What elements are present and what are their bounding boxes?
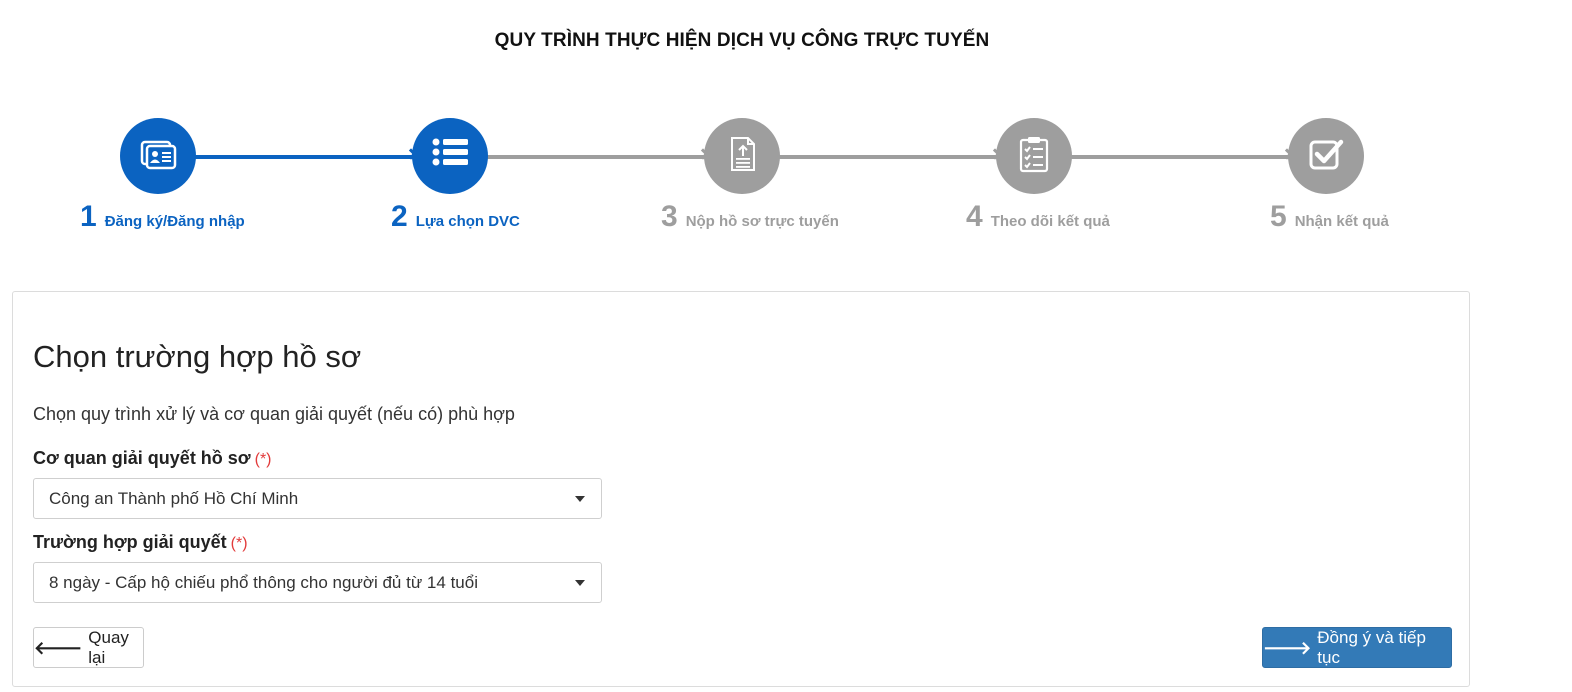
step-2-circle[interactable] xyxy=(412,118,488,194)
caret-down-icon xyxy=(575,580,585,586)
required-mark: (*) xyxy=(230,535,248,552)
step-4-circle[interactable] xyxy=(996,118,1072,194)
step-connector-3-4 xyxy=(779,148,1001,160)
step-2-label[interactable]: 2 Lựa chọn DVC xyxy=(391,200,520,234)
case-label: Trường hợp giải quyết (*) xyxy=(33,532,248,552)
agency-select[interactable]: Công an Thành phố Hồ Chí Minh xyxy=(33,478,602,519)
step-connector-1-2 xyxy=(195,148,417,160)
required-mark: (*) xyxy=(254,451,272,468)
agency-select-value: Công an Thành phố Hồ Chí Minh xyxy=(49,488,299,508)
case-select-value: 8 ngày - Cấp hộ chiếu phổ thông cho ngườ… xyxy=(49,572,478,592)
arrow-right-icon: 🡒 xyxy=(1263,637,1312,658)
agree-continue-button[interactable]: 🡒 Đồng ý và tiếp tục xyxy=(1262,627,1452,668)
id-card-icon xyxy=(138,134,178,179)
back-button[interactable]: 🡐 Quay lại xyxy=(33,627,144,668)
case-selection-panel: Chọn trường hợp hồ sơ Chọn quy trình xử … xyxy=(12,291,1470,687)
step-3-circle[interactable] xyxy=(704,118,780,194)
page: QUY TRÌNH THỰC HIỆN DỊCH VỤ CÔNG TRỰC TU… xyxy=(0,0,1572,692)
step-1-circle[interactable] xyxy=(120,118,196,194)
agency-label: Cơ quan giải quyết hồ sơ (*) xyxy=(33,448,272,468)
step-1-label[interactable]: 1 Đăng ký/Đăng nhập xyxy=(80,200,245,234)
panel-heading: Chọn trường hợp hồ sơ xyxy=(33,339,362,374)
step-connector-4-5 xyxy=(1071,148,1293,160)
case-select[interactable]: 8 ngày - Cấp hộ chiếu phổ thông cho ngườ… xyxy=(33,562,602,603)
step-5-label[interactable]: 5 Nhận kết quả xyxy=(1270,200,1389,234)
clipboard-checklist-icon xyxy=(1014,134,1054,179)
checkbox-checked-icon xyxy=(1306,134,1346,179)
process-stepper: 1 Đăng ký/Đăng nhập 2 Lựa chọn DVC 3 Nộp… xyxy=(0,0,1572,260)
panel-description: Chọn quy trình xử lý và cơ quan giải quy… xyxy=(33,404,515,424)
step-3-label[interactable]: 3 Nộp hồ sơ trực tuyến xyxy=(661,200,839,234)
list-icon xyxy=(430,134,470,179)
step-5-circle[interactable] xyxy=(1288,118,1364,194)
document-upload-icon xyxy=(722,134,762,179)
caret-down-icon xyxy=(575,496,585,502)
step-connector-2-3 xyxy=(487,148,709,160)
arrow-left-icon: 🡐 xyxy=(34,637,83,658)
step-4-label[interactable]: 4 Theo dõi kết quả xyxy=(966,200,1110,234)
